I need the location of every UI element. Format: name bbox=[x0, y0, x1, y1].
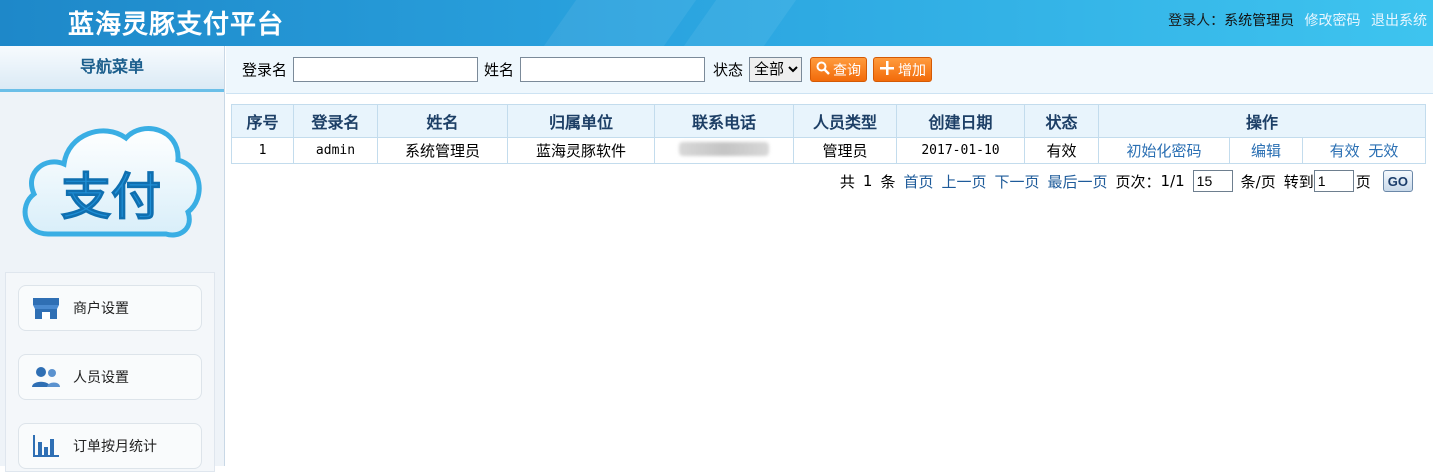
user-name: 系统管理员 bbox=[1224, 13, 1295, 29]
top-header: 蓝海灵豚支付平台 登录人：系统管理员 修改密码 退出系统 bbox=[0, 0, 1433, 46]
cell-type: 管理员 bbox=[793, 137, 897, 164]
go-button[interactable]: GO bbox=[1382, 170, 1413, 192]
col-header-unit: 归属单位 bbox=[507, 104, 655, 138]
page-value: 1/1 bbox=[1160, 172, 1185, 190]
query-button[interactable]: 查询 bbox=[810, 57, 868, 82]
cell-status: 有效 bbox=[1024, 137, 1099, 164]
store-icon bbox=[31, 295, 61, 321]
status-label: 状态 bbox=[713, 61, 744, 79]
sidebar-item-label: 人员设置 bbox=[73, 370, 129, 386]
page-label: 页次： bbox=[1115, 172, 1161, 191]
user-prefix: 登录人： bbox=[1168, 13, 1225, 29]
prev-page-link[interactable]: 上一页 bbox=[941, 171, 986, 192]
first-page-link[interactable]: 首页 bbox=[903, 171, 933, 192]
cell-index: 1 bbox=[231, 137, 294, 164]
reset-password-link[interactable]: 初始化密码 bbox=[1126, 142, 1201, 160]
goto-label: 转到 bbox=[1283, 172, 1314, 191]
col-header-status: 状态 bbox=[1024, 104, 1099, 138]
col-header-phone: 联系电话 bbox=[654, 104, 794, 138]
name-input[interactable] bbox=[520, 57, 706, 82]
bar-chart-icon bbox=[31, 433, 61, 459]
pay-logo: 支付 bbox=[18, 116, 204, 246]
sidebar-item-monthly-orders[interactable]: 订单按月统计 bbox=[18, 423, 202, 469]
col-header-name: 姓名 bbox=[377, 104, 508, 138]
set-invalid-link[interactable]: 无效 bbox=[1368, 142, 1398, 160]
user-area: 登录人：系统管理员 修改密码 退出系统 bbox=[1168, 10, 1427, 30]
add-button-label: 增加 bbox=[898, 61, 927, 78]
sidebar-item-label: 商户设置 bbox=[73, 301, 129, 317]
next-page-link[interactable]: 下一页 bbox=[994, 171, 1039, 192]
cell-unit: 蓝海灵豚软件 bbox=[507, 137, 655, 164]
cell-name: 系统管理员 bbox=[377, 137, 508, 164]
table-row: 1 admin 系统管理员 蓝海灵豚软件 管理员 2017-01-10 有效 初… bbox=[231, 137, 1426, 164]
main-content: 登录名 姓名 状态 全部 查询 增加 序号 登录名 姓名 归属单位 联系电话 人… bbox=[226, 46, 1433, 466]
app-title: 蓝海灵豚支付平台 bbox=[68, 10, 285, 40]
goto-suffix: 页 bbox=[1355, 172, 1371, 191]
login-name-input[interactable] bbox=[293, 57, 479, 82]
users-icon bbox=[31, 364, 61, 390]
cell-action-toggle: 有效 无效 bbox=[1302, 137, 1426, 164]
sidebar-item-label: 订单按月统计 bbox=[73, 439, 157, 455]
col-header-type: 人员类型 bbox=[793, 104, 897, 138]
login-name-label: 登录名 bbox=[242, 61, 288, 79]
pagination: 共 1 条 首页 上一页 下一页 最后一页 页次： 1/1 条/页 转到 页 G… bbox=[840, 170, 1413, 192]
total-prefix: 共 bbox=[839, 172, 855, 191]
cell-phone bbox=[654, 137, 794, 164]
blurred-phone bbox=[679, 141, 769, 156]
col-header-created: 创建日期 bbox=[896, 104, 1025, 138]
cloud-icon: 支付 bbox=[22, 126, 202, 238]
staff-table: 序号 登录名 姓名 归属单位 联系电话 人员类型 创建日期 状态 操作 1 ad… bbox=[231, 104, 1426, 164]
set-valid-link[interactable]: 有效 bbox=[1330, 142, 1360, 160]
plus-icon bbox=[879, 60, 895, 79]
col-header-index: 序号 bbox=[231, 104, 294, 138]
last-page-link[interactable]: 最后一页 bbox=[1048, 171, 1108, 192]
sidebar: 导航菜单 支付 商户设置 人员设置 订单按月统计 bbox=[0, 46, 225, 472]
menu-panel: 商户设置 人员设置 订单按月统计 bbox=[5, 272, 215, 472]
add-button[interactable]: 增加 bbox=[873, 57, 933, 82]
change-password-link[interactable]: 修改密码 bbox=[1305, 13, 1361, 29]
page-size-input[interactable] bbox=[1192, 170, 1233, 192]
goto-page-input[interactable] bbox=[1313, 170, 1354, 192]
name-label: 姓名 bbox=[484, 61, 515, 79]
table-header-row: 序号 登录名 姓名 归属单位 联系电话 人员类型 创建日期 状态 操作 bbox=[231, 104, 1426, 138]
logout-link[interactable]: 退出系统 bbox=[1371, 13, 1427, 29]
col-header-actions: 操作 bbox=[1098, 104, 1426, 138]
page-size-suffix: 条/页 bbox=[1240, 172, 1276, 191]
cell-login: admin bbox=[293, 137, 378, 164]
total-suffix: 条 bbox=[880, 172, 896, 191]
cell-action-edit: 编辑 bbox=[1229, 137, 1303, 164]
query-button-label: 查询 bbox=[833, 61, 862, 78]
edit-link[interactable]: 编辑 bbox=[1251, 142, 1281, 160]
total-count: 1 bbox=[862, 172, 873, 190]
header-decoration bbox=[543, 0, 697, 46]
search-bar: 登录名 姓名 状态 全部 查询 增加 bbox=[226, 46, 1433, 94]
nav-menu-title: 导航菜单 bbox=[0, 46, 224, 92]
search-icon bbox=[816, 61, 830, 78]
logo-text: 支付 bbox=[61, 168, 161, 226]
cell-action-reset: 初始化密码 bbox=[1098, 137, 1230, 164]
sidebar-item-staff[interactable]: 人员设置 bbox=[18, 354, 202, 400]
header-decoration bbox=[683, 0, 797, 46]
col-header-login: 登录名 bbox=[293, 104, 378, 138]
sidebar-item-merchant[interactable]: 商户设置 bbox=[18, 285, 202, 331]
status-select[interactable]: 全部 bbox=[749, 57, 803, 82]
cell-created: 2017-01-10 bbox=[896, 137, 1025, 164]
